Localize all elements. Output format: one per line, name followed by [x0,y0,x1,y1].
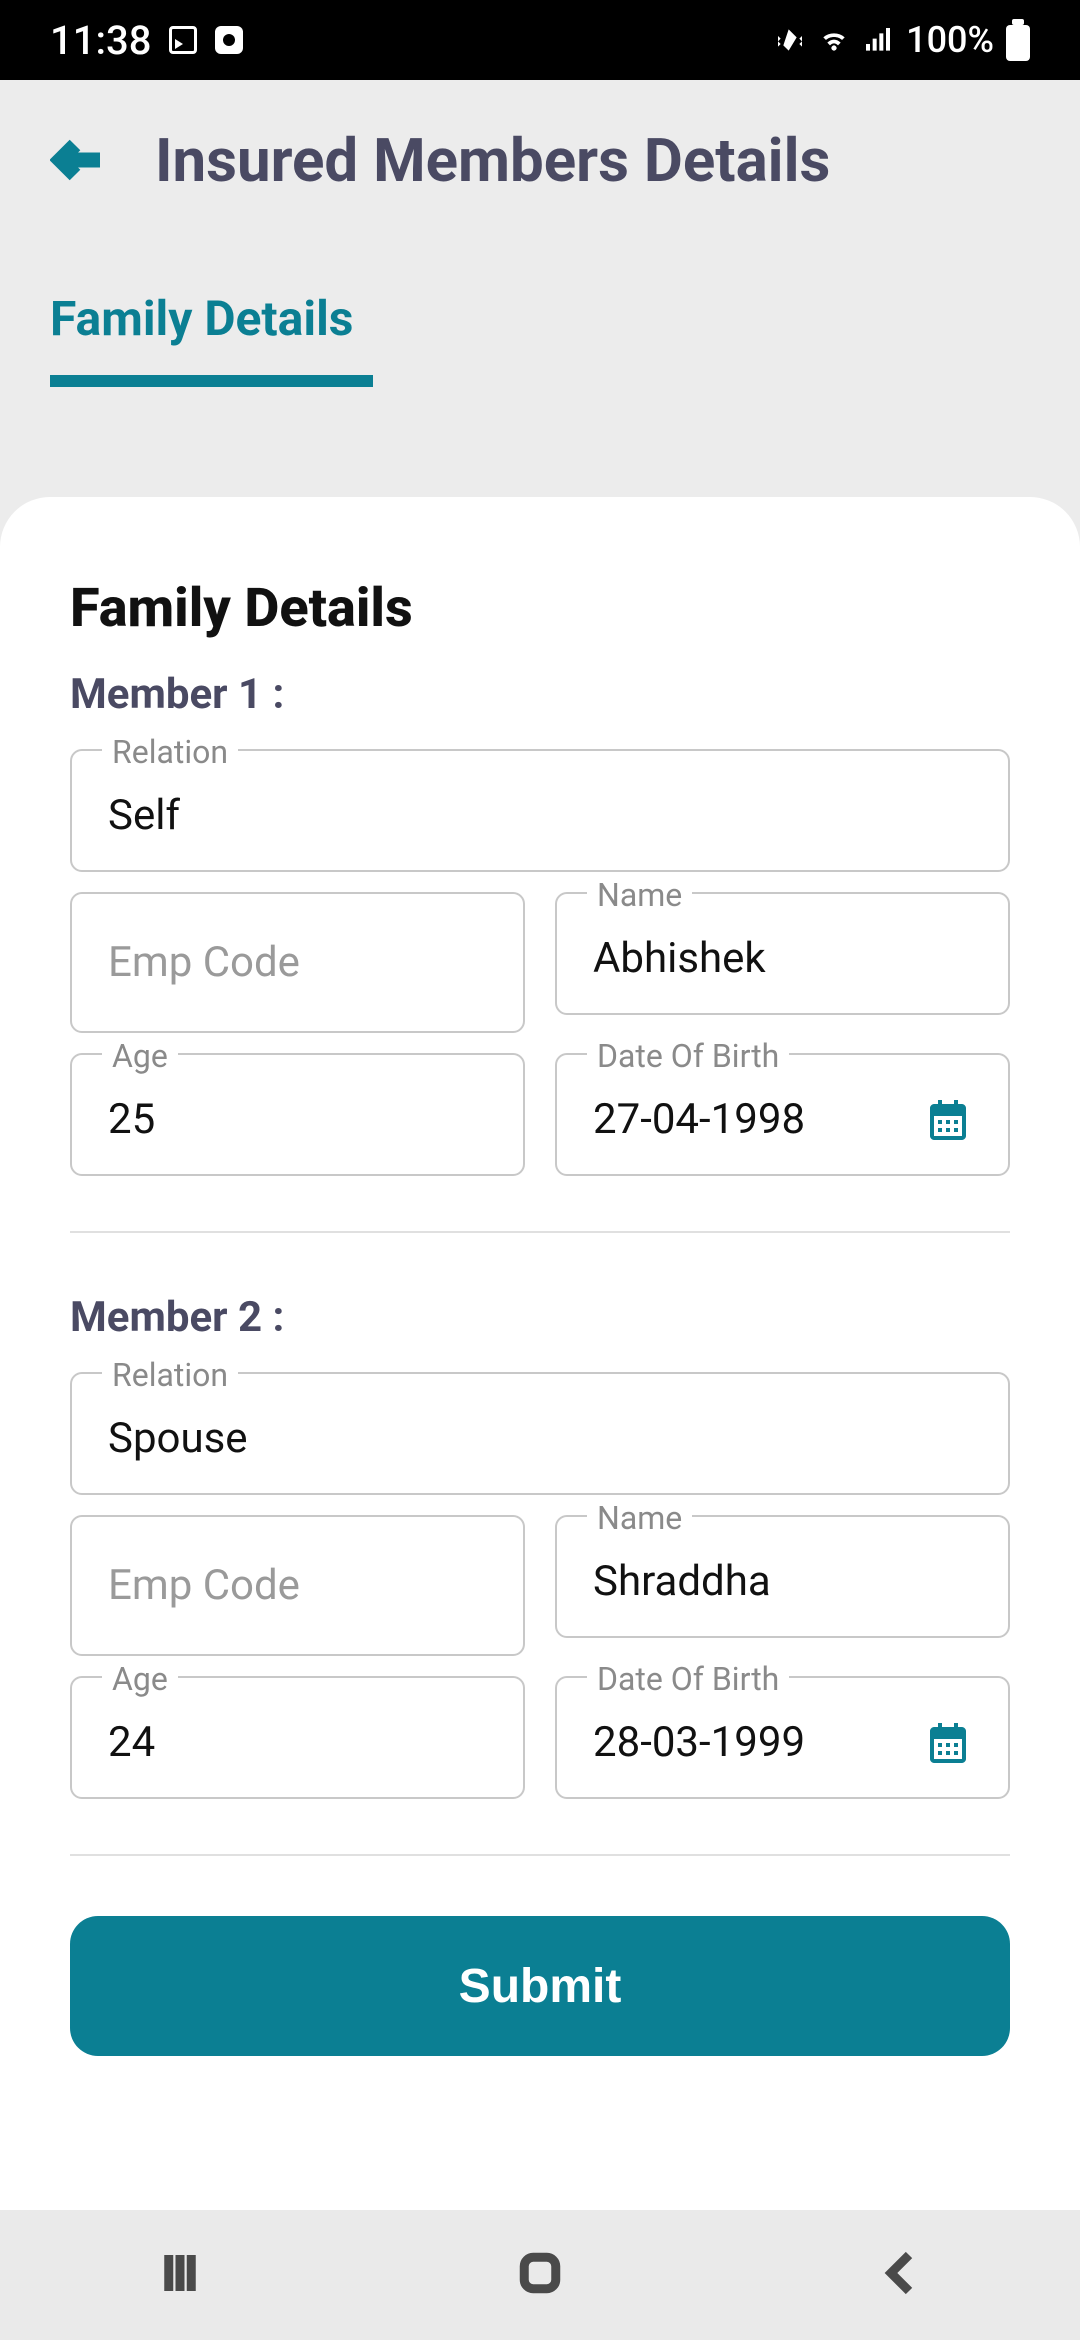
member-1-relation-field[interactable]: Relation Self [70,749,1010,872]
back-button[interactable] [50,130,110,190]
member-1-dob-field[interactable]: Date Of Birth 27-04-1998 [555,1053,1010,1176]
member-2-age-value: 24 [108,1718,487,1767]
age-label: Age [102,1037,178,1075]
back-nav-button[interactable] [873,2246,927,2304]
relation-label: Relation [102,1356,238,1394]
member-1-name-value: Abhishek [593,934,972,983]
status-left: 11:38 [50,17,243,64]
app-bar: Insured Members Details [0,80,1080,240]
divider [70,1854,1010,1856]
submit-label: Submit [459,1959,622,2014]
member-2-dob-value: 28-03-1999 [593,1718,805,1767]
dob-label: Date Of Birth [587,1660,789,1698]
member-1-dob-value: 27-04-1998 [593,1095,805,1144]
member-2-name-value: Shraddha [593,1557,972,1606]
relation-label: Relation [102,733,238,771]
member-1-age-field[interactable]: Age 25 [70,1053,525,1176]
calendar-icon[interactable] [924,1719,972,1767]
page-title: Insured Members Details [155,125,830,196]
recents-button[interactable] [153,2246,207,2304]
member-1-heading: Member 1 : [70,670,1010,719]
battery-icon [1006,19,1030,61]
member-2-relation-field[interactable]: Relation Spouse [70,1372,1010,1495]
member-2-empcode-field[interactable]: Emp Code [70,1515,525,1656]
member-2-relation-value: Spouse [108,1414,972,1463]
vibrate-mute-icon [774,24,806,56]
form-card: Family Details Member 1 : Relation Self … [0,497,1080,2297]
name-label: Name [587,1499,692,1537]
signal-icon [862,24,894,56]
empcode-placeholder: Emp Code [108,938,487,987]
member-1-age-value: 25 [108,1095,487,1144]
submit-button[interactable]: Submit [70,1916,1010,2056]
wifi-icon [818,24,850,56]
timer-icon [215,26,243,54]
member-2-heading: Member 2 : [70,1293,1010,1342]
empcode-placeholder: Emp Code [108,1561,487,1610]
battery-percent: 100% [906,19,994,61]
tab-strip: Family Details [0,240,1080,387]
dob-label: Date Of Birth [587,1037,789,1075]
image-icon [169,26,197,54]
status-time: 11:38 [50,17,151,64]
status-bar: 11:38 100% [0,0,1080,80]
divider [70,1231,1010,1233]
member-2-age-field[interactable]: Age 24 [70,1676,525,1799]
member-1-relation-value: Self [108,791,972,840]
card-title: Family Details [70,577,1010,640]
member-2-name-field[interactable]: Name Shraddha [555,1515,1010,1656]
home-button[interactable] [513,2246,567,2304]
status-right: 100% [774,19,1030,61]
tab-family-details[interactable]: Family Details [50,290,373,387]
member-2-dob-field[interactable]: Date Of Birth 28-03-1999 [555,1676,1010,1799]
arrow-left-icon [50,130,110,190]
calendar-icon[interactable] [924,1096,972,1144]
system-nav-bar [0,2210,1080,2340]
member-1-empcode-field[interactable]: Emp Code [70,892,525,1033]
age-label: Age [102,1660,178,1698]
name-label: Name [587,876,692,914]
member-1-name-field[interactable]: Name Abhishek [555,892,1010,1033]
